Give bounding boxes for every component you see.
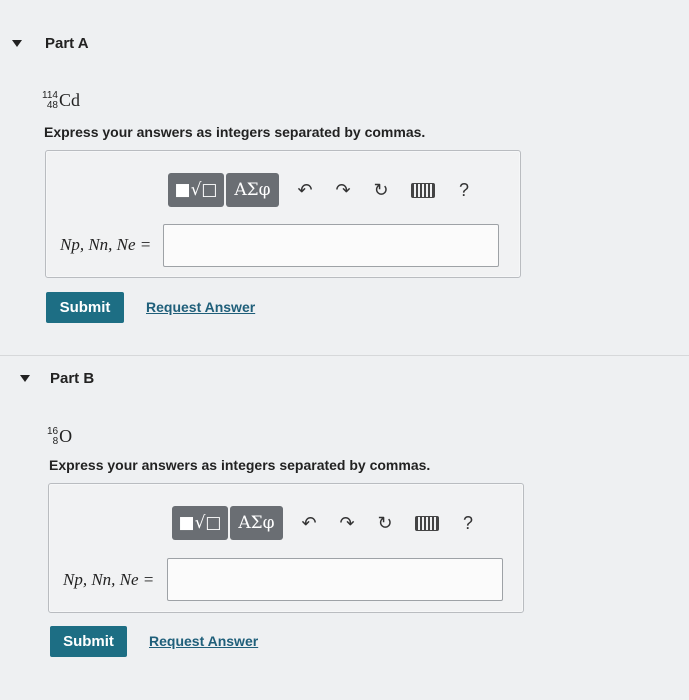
instruction-text: Express your answers as integers separat… [44,124,426,140]
element-symbol: O [59,426,73,446]
part-b-title[interactable]: Part B [50,370,94,387]
keyboard-icon[interactable] [415,515,439,531]
collapse-caret-icon[interactable] [20,375,30,382]
answer-input[interactable] [167,558,503,601]
templates-button[interactable]: ■√□ [168,173,224,207]
greek-letters-label: ΑΣφ [234,180,271,200]
templates-button[interactable]: ■√□ [172,506,228,540]
answer-input[interactable] [163,224,499,267]
nuclide-symbol: 114 48 Cd [42,90,80,111]
element-symbol: Cd [58,90,80,110]
help-button[interactable]: ? [459,180,469,201]
nuclide-symbol: 16 8 O [47,426,72,447]
keyboard-icon[interactable] [411,182,435,198]
templates-icon: ■√□ [178,513,222,533]
undo-icon[interactable]: ↶ [297,511,321,535]
reset-icon[interactable]: ↻ [373,511,397,535]
request-answer-link[interactable]: Request Answer [149,633,258,649]
greek-letters-label: ΑΣφ [238,513,275,533]
templates-icon: ■√□ [174,180,218,200]
request-answer-link[interactable]: Request Answer [146,299,255,315]
atomic-number: 8 [52,435,59,447]
answer-label: Np, Nn, Ne = [60,235,152,254]
redo-icon[interactable]: ↷ [335,511,359,535]
greek-letters-button[interactable]: ΑΣφ [226,173,279,207]
answer-box: ■√□ ΑΣφ ↶ ↷ ↻ ? Np, Nn, Ne = [45,150,521,278]
section-divider [0,355,689,356]
mass-number: 16 [47,425,59,437]
atomic-number: 48 [46,99,58,111]
undo-icon[interactable]: ↶ [293,178,317,202]
redo-icon[interactable]: ↷ [331,178,355,202]
submit-button[interactable]: Submit [46,292,124,323]
instruction-text: Express your answers as integers separat… [49,457,431,473]
greek-letters-button[interactable]: ΑΣφ [230,506,283,540]
submit-button[interactable]: Submit [50,626,127,657]
answer-box: ■√□ ΑΣφ ↶ ↷ ↻ ? Np, Nn, Ne = [48,483,524,613]
math-toolbar: ■√□ ΑΣφ ↶ ↷ ↻ ? [172,506,473,540]
reset-icon[interactable]: ↻ [369,178,393,202]
answer-label: Np, Nn, Ne = [63,570,155,589]
math-toolbar: ■√□ ΑΣφ ↶ ↷ ↻ ? [168,173,469,207]
collapse-caret-icon[interactable] [12,40,22,47]
part-a-title[interactable]: Part A [45,35,89,52]
help-button[interactable]: ? [463,513,473,534]
mass-number: 114 [42,89,58,101]
